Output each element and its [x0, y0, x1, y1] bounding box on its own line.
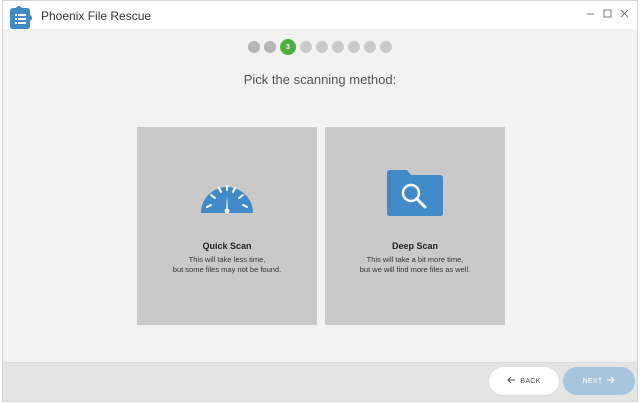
- page-heading: Pick the scanning method:: [243, 72, 397, 87]
- arrow-right-icon: [606, 376, 616, 386]
- quick-scan-title: Quick Scan: [202, 241, 252, 251]
- quick-scan-option[interactable]: Quick Scan This will take less time, but…: [137, 127, 317, 325]
- step-dot: [316, 41, 328, 53]
- arrow-left-icon: [507, 376, 516, 386]
- app-window: Phoenix File Rescue 3 Pick the scanning …: [2, 0, 638, 402]
- speedometer-icon: [137, 167, 317, 217]
- quick-scan-description: This will take less time, but some files…: [137, 255, 317, 275]
- step-dot: [332, 41, 344, 53]
- app-logo-icon: [6, 5, 34, 33]
- step-dot: [380, 41, 392, 53]
- back-button[interactable]: BACK: [489, 367, 559, 395]
- quick-scan-desc-line: but some files may not be found.: [172, 265, 282, 274]
- window-controls: [584, 7, 631, 20]
- step-dot: [348, 41, 360, 53]
- maximize-icon[interactable]: [601, 7, 614, 20]
- back-button-label: BACK: [520, 377, 541, 385]
- step-dot: [300, 41, 312, 53]
- deep-scan-desc-line: but we will find more files as well.: [359, 265, 471, 274]
- close-icon[interactable]: [618, 7, 631, 20]
- folder-search-icon: [325, 167, 505, 217]
- minimize-icon[interactable]: [584, 7, 597, 20]
- step-dot-current: 3: [280, 39, 296, 55]
- app-title: Phoenix File Rescue: [41, 9, 152, 23]
- wizard-footer: BACK NEXT: [3, 362, 637, 401]
- step-dot: [264, 41, 276, 53]
- next-button-label: NEXT: [582, 377, 603, 385]
- deep-scan-title: Deep Scan: [391, 241, 439, 251]
- quick-scan-desc-line: This will take less time,: [188, 255, 266, 264]
- deep-scan-description: This will take a bit more time, but we w…: [325, 255, 505, 275]
- step-dot: [248, 41, 260, 53]
- deep-scan-option[interactable]: Deep Scan This will take a bit more time…: [325, 127, 505, 325]
- title-bar: Phoenix File Rescue: [3, 1, 637, 29]
- wizard-step-indicator: 3: [3, 39, 637, 55]
- next-button[interactable]: NEXT: [563, 367, 635, 395]
- step-dot: [364, 41, 376, 53]
- deep-scan-desc-line: This will take a bit more time,: [366, 255, 464, 264]
